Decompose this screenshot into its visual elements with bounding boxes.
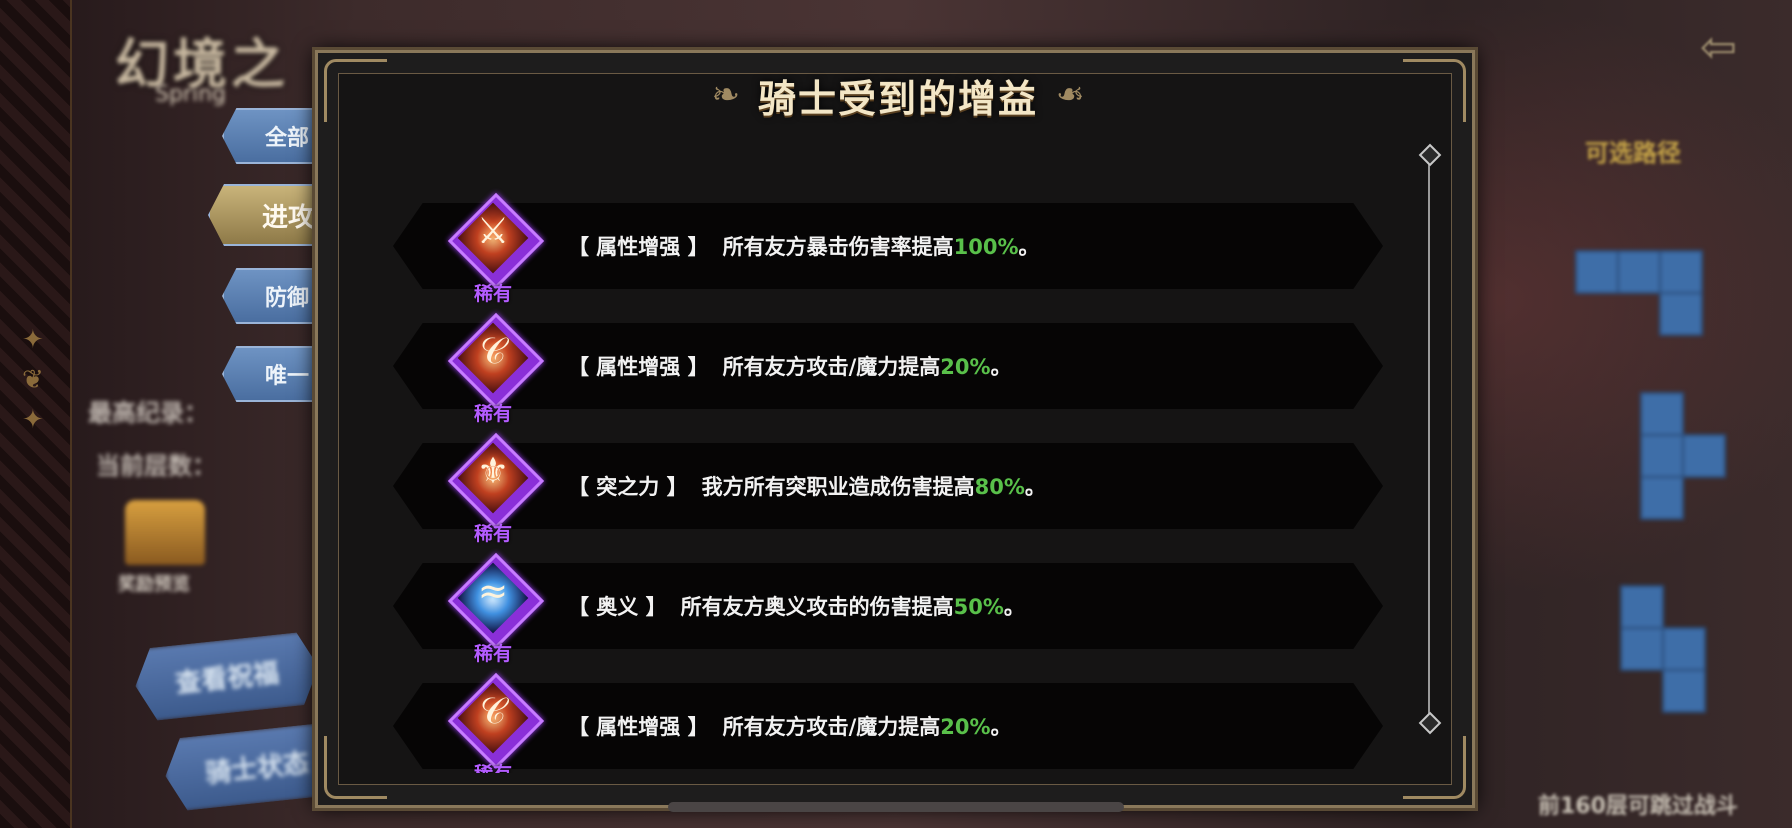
flourish-left-icon: ❧ [711,75,740,115]
home-indicator-bar [668,802,1124,812]
buff-text: 我方所有突职业造成伤害提高 [701,475,975,499]
buff-tag: 【 突之力 】 [568,475,688,499]
buff-value: 20% [940,355,991,379]
buff-icon-slot[interactable]: ≈ 稀有 [438,543,548,665]
buff-tag: 【 奥义 】 [568,595,667,619]
swirl-icon: 𝒞 [447,672,545,770]
buff-text: 所有友方攻击/魔力提高 [722,355,941,379]
swirl-icon: 𝒞 [447,312,545,410]
buff-text: 所有友方攻击/魔力提高 [722,715,941,739]
buff-description: 【 属性增强 】所有友方攻击/魔力提高20%。 [568,711,1012,741]
corner-ornament [324,59,387,122]
wave-icon: ≈ [447,552,545,650]
left-border-ornament: ✦ ❦ ✦ [0,0,72,828]
buff-value: 50% [953,595,1004,619]
best-record-label: 最高纪录： [88,399,208,427]
treasure-chest-icon[interactable] [125,500,205,565]
buff-text: 所有友方奥义攻击的伤害提高 [680,595,954,619]
rarity-label: 稀有 [473,403,512,425]
buff-icon-slot[interactable]: 𝒞 稀有 [438,663,548,773]
fleur-ornament-icon: ✦ ❦ ✦ [22,325,44,435]
buff-suffix: 。 [1024,475,1046,499]
rarity-label: 稀有 [473,283,512,305]
buff-suffix: 。 [990,355,1012,379]
buff-description: 【 突之力 】我方所有突职业造成伤害提高80%。 [568,471,1046,501]
buff-dialog: ❧ 骑士受到的增益 ❧ ⚔ 稀有 【 属性增强 】所有友方暴击伤害率提高100%… [315,50,1475,808]
reward-preview-label: 奖励预览 [118,574,190,595]
corner-ornament [1403,59,1466,122]
selectable-path-title: 可选路径 [1585,139,1681,167]
background-subtitle: Spring [155,82,226,107]
dialog-title-banner: ❧ 骑士受到的增益 ❧ [673,65,1123,125]
dialog-title: 骑士受到的增益 [757,76,1038,121]
buff-value: 100% [953,235,1019,259]
back-arrow-icon[interactable]: ⇦ [1700,22,1760,73]
rarity-label: 稀有 [473,643,512,665]
current-floor-label: 当前层数： [96,452,216,480]
skip-battle-note: 前160层可跳过战斗 [1538,794,1738,819]
buff-description: 【 属性增强 】所有友方攻击/魔力提高20%。 [568,351,1012,381]
buff-list[interactable]: ⚔ 稀有 【 属性增强 】所有友方暴击伤害率提高100%。 𝒞 稀有 【 属性增… [393,153,1393,773]
buff-tag: 【 属性增强 】 [568,235,709,259]
corner-ornament [1403,736,1466,799]
rarity-label: 稀有 [438,759,548,773]
buff-value: 20% [940,715,991,739]
spear-icon: ⚜ [447,432,545,530]
buff-text: 所有友方暴击伤害率提高 [722,235,954,259]
buff-suffix: 。 [990,715,1012,739]
buff-description: 【 属性增强 】所有友方暴击伤害率提高100%。 [568,231,1040,261]
buff-description: 【 奥义 】所有友方奥义攻击的伤害提高50%。 [568,591,1025,621]
buff-tag: 【 属性增强 】 [568,355,709,379]
scrollbar-track[interactable] [1428,153,1430,723]
flourish-right-icon: ❧ [1056,75,1085,115]
buff-value: 80% [974,475,1025,499]
buff-suffix: 。 [1018,235,1040,259]
buff-suffix: 。 [1003,595,1025,619]
buff-icon-slot[interactable]: ⚔ 稀有 [438,183,548,305]
corner-ornament [324,736,387,799]
rarity-label: 稀有 [473,523,512,545]
buff-icon-slot[interactable]: 𝒞 稀有 [438,303,548,425]
blade-icon: ⚔ [447,192,545,290]
buff-icon-slot[interactable]: ⚜ 稀有 [438,423,548,545]
buff-tag: 【 属性增强 】 [568,715,709,739]
